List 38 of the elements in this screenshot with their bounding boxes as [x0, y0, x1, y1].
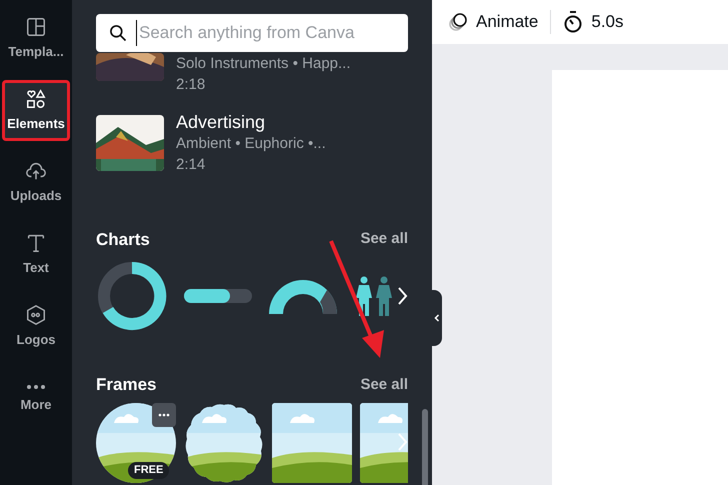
chevron-left-icon — [434, 314, 440, 322]
donut-chart-icon — [96, 260, 168, 332]
timer-icon — [563, 11, 584, 33]
shapes-icon — [25, 88, 47, 110]
gauge-chart-icon — [268, 278, 338, 314]
collapse-handle[interactable] — [432, 290, 442, 346]
more-icon — [25, 382, 47, 391]
scrollbar[interactable] — [422, 409, 428, 485]
sidebar-tab[interactable]: Uploads — [2, 152, 70, 213]
track-tags: Solo Instruments • Happ... — [176, 55, 350, 74]
search-field[interactable]: Search anything from Canva — [96, 14, 408, 52]
sidebar-tab[interactable]: More — [2, 368, 70, 429]
logo-icon — [25, 304, 47, 326]
track-duration: 2:18 — [176, 76, 206, 94]
audio-track[interactable]: Advertising Ambient • Euphoric •... 2:14 — [96, 110, 408, 174]
sidebar-tab[interactable]: Elements — [2, 80, 70, 141]
track-title: Advertising — [176, 110, 266, 133]
animate-icon — [448, 12, 468, 32]
track-duration: 2:14 — [176, 156, 206, 174]
people-icon — [354, 276, 394, 316]
duration-button[interactable]: 5.0s — [563, 9, 624, 35]
audio-track[interactable]: Solo Instruments • Happ... 2:18 — [96, 53, 408, 94]
sidebar-tab[interactable]: Templa... — [2, 8, 70, 69]
more-icon — [158, 412, 170, 416]
section-title: Frames — [96, 374, 156, 396]
see-all-link[interactable]: See all — [360, 374, 408, 396]
free-badge: FREE — [128, 462, 170, 478]
sidebar-tab[interactable]: Logos — [2, 296, 70, 357]
sidebar-tab[interactable]: Text — [2, 224, 70, 285]
see-all-link[interactable]: See all — [360, 228, 408, 250]
track-tags: Ambient • Euphoric •... — [176, 135, 326, 154]
layout-icon — [25, 16, 47, 38]
search-icon — [108, 23, 128, 43]
section-title: Charts — [96, 228, 150, 250]
chevron-right-icon[interactable] — [396, 286, 408, 306]
more-options-button[interactable] — [152, 402, 176, 426]
progress-bar-icon — [184, 289, 252, 303]
animate-button[interactable]: Animate — [448, 9, 538, 35]
